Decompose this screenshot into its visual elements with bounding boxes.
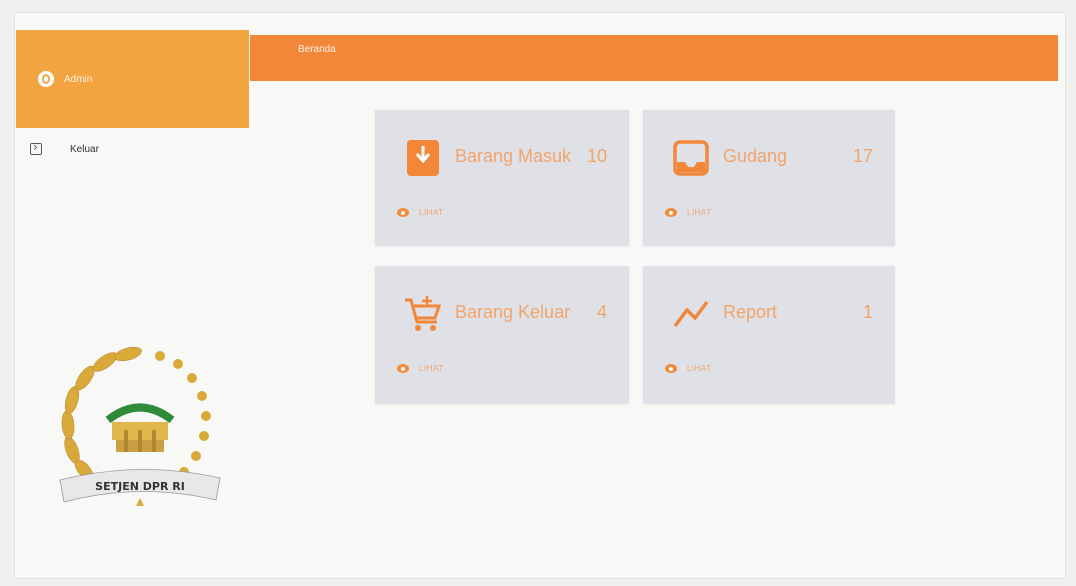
user-icon	[38, 71, 54, 87]
card-count: 10	[586, 146, 607, 166]
view-label: LIHAT	[687, 364, 712, 373]
eye-icon	[665, 208, 677, 217]
card-gudang: Gudang 17 LIHAT	[643, 110, 895, 246]
sidebar: Admin Keluar SETJEN DP	[16, 30, 249, 575]
view-link-barang-masuk[interactable]: LIHAT	[397, 208, 444, 217]
view-link-gudang[interactable]: LIHAT	[665, 208, 712, 217]
eye-icon	[397, 364, 409, 373]
card-title: Report	[723, 302, 778, 322]
setjen-dpr-logo: SETJEN DPR RI	[59, 346, 221, 506]
logout-icon	[30, 140, 42, 155]
view-link-report[interactable]: LIHAT	[665, 364, 712, 373]
view-label: LIHAT	[687, 208, 712, 217]
eye-icon	[397, 208, 409, 217]
trend-icon	[673, 300, 709, 328]
card-title: Gudang	[723, 146, 788, 166]
top-bar: Beranda	[250, 35, 1058, 81]
sidebar-item-label: Keluar	[70, 143, 99, 155]
inbox-download-icon	[407, 140, 439, 176]
warehouse-tray-icon	[673, 140, 709, 176]
view-link-barang-keluar[interactable]: LIHAT	[397, 364, 444, 373]
card-title: Barang Keluar	[455, 302, 571, 322]
view-label: LIHAT	[419, 208, 444, 217]
eye-icon	[665, 364, 677, 373]
card-count: 1	[862, 302, 873, 322]
card-count: 4	[596, 302, 607, 322]
page-title: Beranda	[298, 44, 336, 55]
card-count: 17	[852, 146, 873, 166]
card-barang-masuk: Barang Masuk 10 LIHAT	[375, 110, 629, 246]
card-report: Report 1 LIHAT	[643, 266, 895, 404]
logo-text: SETJEN DPR RI	[95, 480, 185, 493]
sidebar-user-header: Admin	[16, 30, 249, 128]
card-title: Barang Masuk	[455, 146, 572, 166]
cart-add-icon	[405, 296, 442, 331]
user-name: Admin	[64, 73, 93, 85]
view-label: LIHAT	[419, 364, 444, 373]
sidebar-item-logout[interactable]: Keluar	[30, 140, 99, 155]
card-barang-keluar: Barang Keluar 4 LIHAT	[375, 266, 629, 404]
